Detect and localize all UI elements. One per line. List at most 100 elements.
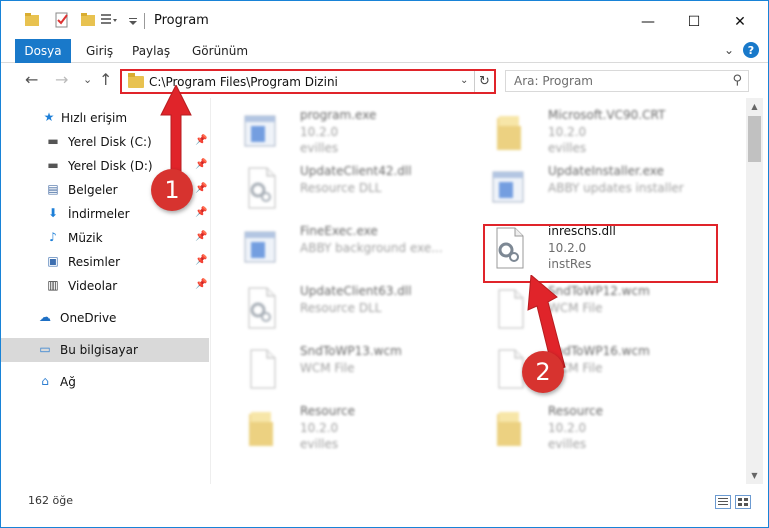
sidebar-item-music[interactable]: ♪ Müzik 📌 <box>1 226 209 250</box>
folder-icon <box>489 406 529 450</box>
sidebar-item-label: Yerel Disk (D:) <box>68 159 153 173</box>
file-detail: evilles <box>300 437 339 451</box>
scroll-thumb[interactable] <box>748 116 761 162</box>
sidebar-item-videos[interactable]: ▥ Videolar 📌 <box>1 274 209 298</box>
file-detail: WCM File <box>300 361 355 375</box>
file-detail: Resource DLL <box>300 181 382 195</box>
forward-button[interactable]: → <box>55 70 68 89</box>
file-name: program.exe <box>300 108 377 122</box>
file-detail: 10.2.0 <box>548 125 587 139</box>
close-button[interactable]: ✕ <box>717 7 763 37</box>
folder-icon <box>128 73 144 88</box>
application-icon <box>241 226 281 270</box>
window-title: Program <box>154 13 209 28</box>
file-icon <box>241 346 281 390</box>
file-list: program.exe 10.2.0 evilles Microsoft.VC90.C… <box>215 98 745 484</box>
file-item[interactable]: UpdateInstaller.exe ABBY updates installe… <box>483 162 723 218</box>
vertical-scrollbar[interactable]: ▲ ▼ <box>746 98 763 484</box>
folder-icon <box>489 110 529 154</box>
customize-toolbar-icon[interactable] <box>100 12 118 28</box>
sidebar-item-label: Müzik <box>68 231 103 245</box>
file-item[interactable]: UpdateClient63.dll Resource DLL <box>235 282 475 338</box>
help-icon[interactable]: ? <box>743 42 759 58</box>
new-folder-icon[interactable] <box>80 12 96 28</box>
network-icon: ⌂ <box>41 374 49 388</box>
dll-file-icon <box>241 286 281 330</box>
sidebar-item-pictures[interactable]: ▣ Resimler 📌 <box>1 250 209 274</box>
file-item[interactable]: Resource 10.2.0 evilles <box>235 402 475 458</box>
chevron-down-icon[interactable] <box>128 12 138 28</box>
documents-icon: ▤ <box>47 182 59 196</box>
minimize-button[interactable]: — <box>625 7 671 37</box>
tab-view[interactable]: Görünüm <box>192 44 248 58</box>
drive-icon: ▬ <box>47 158 59 172</box>
file-name: UpdateClient42.dll <box>300 164 412 178</box>
file-item[interactable]: Microsoft.VC90.CRT 10.2.0 evilles <box>483 106 723 162</box>
file-name: UpdateInstaller.exe <box>548 164 664 178</box>
callout-badge-1: 1 <box>151 169 193 211</box>
scroll-up-icon[interactable]: ▲ <box>746 98 763 115</box>
file-detail: 10.2.0 <box>548 421 587 435</box>
address-dropdown-icon[interactable]: ⌄ <box>460 75 468 86</box>
file-name: UpdateClient63.dll <box>300 284 412 298</box>
pin-icon[interactable]: 📌 <box>195 231 207 242</box>
file-item[interactable]: SndToWP13.wcm WCM File <box>235 342 475 398</box>
sidebar-item-onedrive[interactable]: ☁ OneDrive <box>1 306 209 330</box>
folder-icon <box>241 406 281 450</box>
sidebar-item-label: Belgeler <box>68 183 118 197</box>
tab-share[interactable]: Paylaş <box>132 44 170 58</box>
tab-home[interactable]: Giriş <box>86 44 113 58</box>
details-view-icon[interactable] <box>715 495 731 509</box>
pin-icon[interactable]: 📌 <box>195 207 207 218</box>
up-button[interactable]: ↑ <box>99 70 112 89</box>
sidebar-item-network[interactable]: ⌂ Ağ <box>1 370 209 394</box>
expand-ribbon-icon[interactable]: ⌄ <box>724 43 734 57</box>
search-icon[interactable]: ⚲ <box>732 73 742 88</box>
refresh-button[interactable]: ↻ <box>474 71 494 92</box>
pictures-icon: ▣ <box>47 254 59 268</box>
cloud-icon: ☁ <box>39 310 51 324</box>
file-detail: evilles <box>548 141 587 155</box>
large-icons-view-icon[interactable] <box>735 495 751 509</box>
sidebar-item-label: Bu bilgisayar <box>60 343 138 357</box>
computer-icon: ▭ <box>39 342 51 356</box>
file-detail: Resource DLL <box>300 301 382 315</box>
file-item[interactable]: FineExec.exe ABBY background exe... <box>235 222 475 278</box>
file-name: Resource <box>548 404 604 418</box>
file-item[interactable]: Resource 10.2.0 evilles <box>483 402 723 458</box>
title-separator <box>144 13 145 29</box>
pin-icon[interactable]: 📌 <box>195 279 207 290</box>
search-placeholder[interactable]: Ara: Program <box>514 74 593 88</box>
file-detail: ABBY background exe... <box>300 241 443 255</box>
star-icon: ★ <box>43 110 55 124</box>
callout-badge-2: 2 <box>522 351 564 393</box>
file-detail: 10.2.0 <box>300 125 339 139</box>
scroll-down-icon[interactable]: ▼ <box>746 467 763 484</box>
folder-icon[interactable] <box>24 12 40 28</box>
sidebar-item-this-pc[interactable]: ▭ Bu bilgisayar <box>1 338 209 362</box>
pin-icon[interactable]: 📌 <box>195 255 207 266</box>
sidebar-item-label: Videolar <box>68 279 118 293</box>
back-button[interactable]: ← <box>25 70 38 89</box>
recent-locations-button[interactable]: ⌄ <box>83 73 92 86</box>
file-detail: ABBY updates installer <box>548 181 684 195</box>
item-count: 162 öğe <box>28 494 73 507</box>
download-icon: ⬇ <box>47 206 59 220</box>
file-name: FineExec.exe <box>300 224 378 238</box>
sidebar-item-label: Hızlı erişim <box>61 111 128 125</box>
file-detail: 10.2.0 <box>300 421 339 435</box>
file-name: Resource <box>300 404 356 418</box>
file-name: SndToWP13.wcm <box>300 344 402 358</box>
tab-file[interactable]: Dosya <box>15 39 71 63</box>
application-icon <box>489 166 529 210</box>
application-icon <box>241 110 281 154</box>
file-item[interactable]: UpdateClient42.dll Resource DLL <box>235 162 475 218</box>
search-box[interactable]: Ara: Program ⚲ <box>505 70 749 92</box>
maximize-button[interactable]: ☐ <box>671 7 717 37</box>
sidebar-item-label: Yerel Disk (C:) <box>68 135 152 149</box>
file-item[interactable]: program.exe 10.2.0 evilles <box>235 106 475 162</box>
properties-icon[interactable] <box>54 12 70 28</box>
video-icon: ▥ <box>47 278 59 292</box>
music-icon: ♪ <box>49 230 57 244</box>
status-bar: 162 öğe <box>1 486 768 516</box>
